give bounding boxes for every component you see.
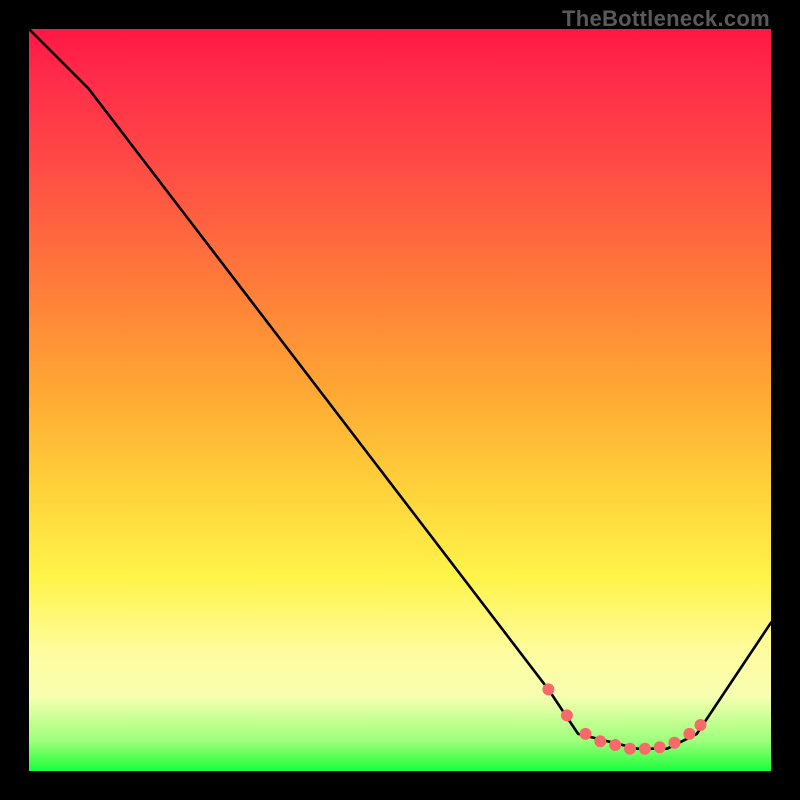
- chart-overlay: [29, 29, 771, 771]
- chart-stage: TheBottleneck.com: [0, 0, 800, 800]
- data-point: [654, 741, 666, 753]
- plot-area: [29, 29, 771, 771]
- data-point: [609, 739, 621, 751]
- data-point: [624, 743, 636, 755]
- data-point: [580, 728, 592, 740]
- data-point: [561, 709, 573, 721]
- data-point: [594, 735, 606, 747]
- data-point: [683, 728, 695, 740]
- data-point: [695, 719, 707, 731]
- curve-line: [29, 29, 771, 749]
- data-point: [669, 737, 681, 749]
- data-point: [542, 683, 554, 695]
- data-point: [639, 743, 651, 755]
